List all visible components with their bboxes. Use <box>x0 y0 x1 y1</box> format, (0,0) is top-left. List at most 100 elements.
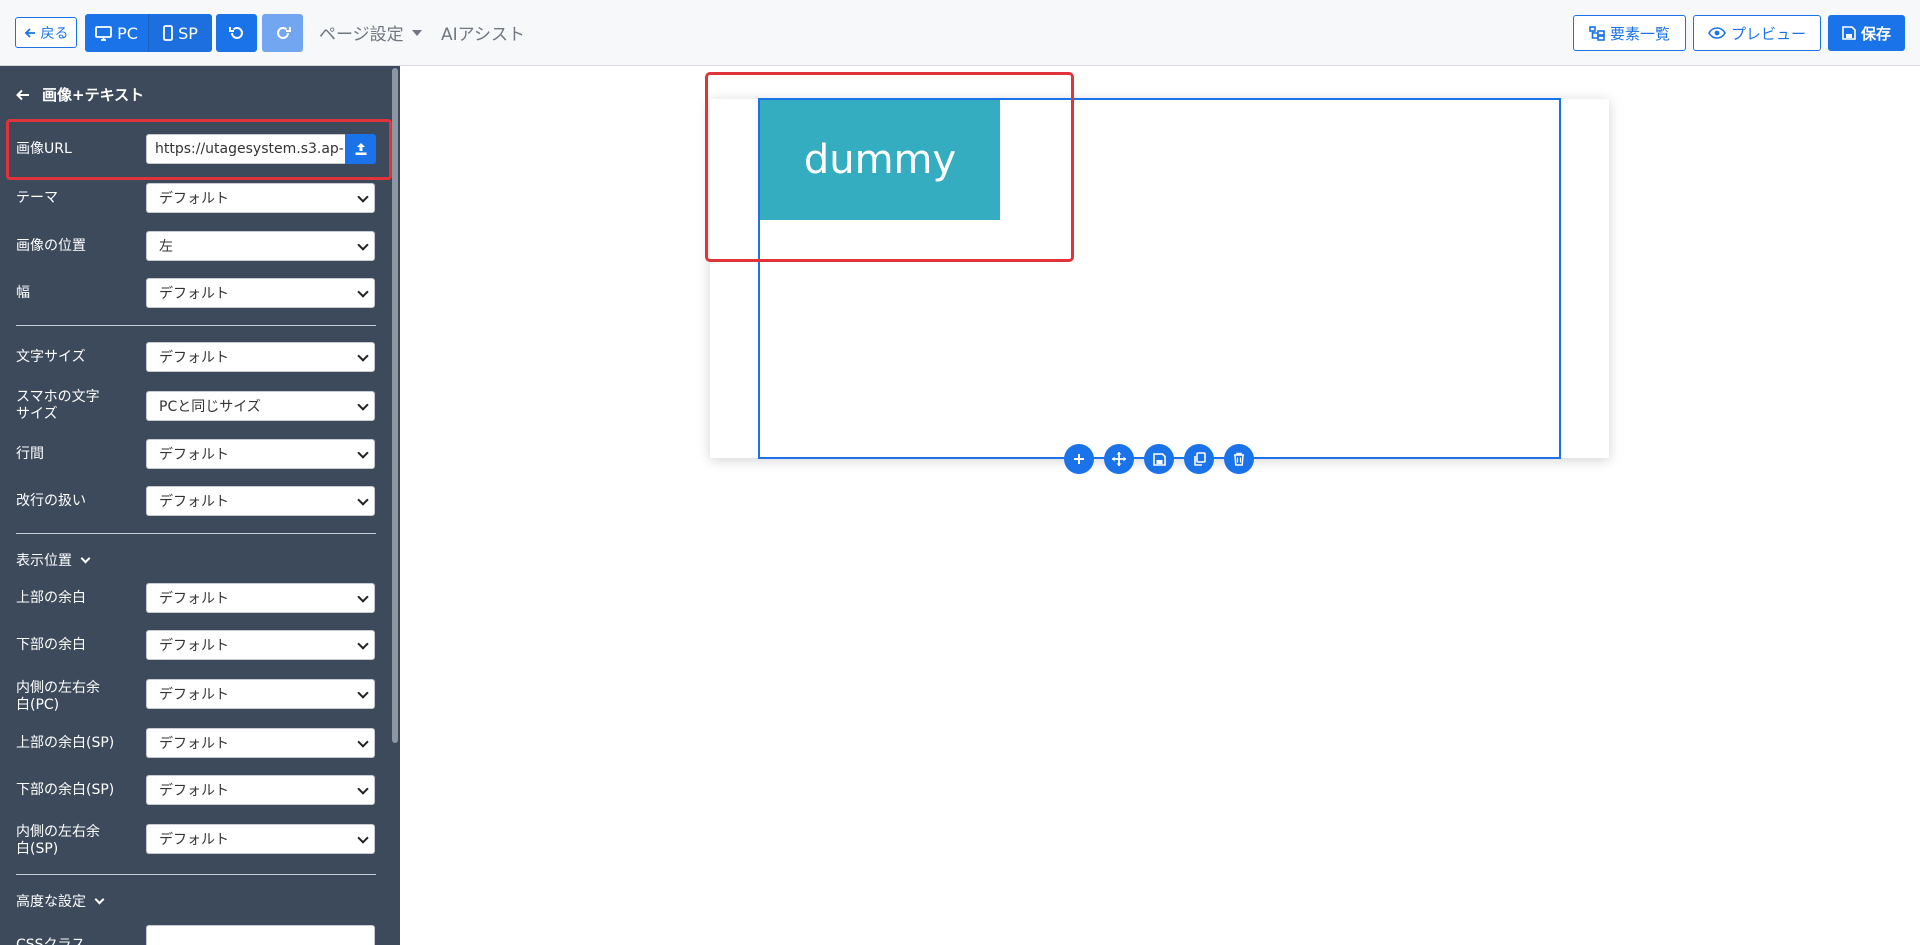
select-value: デフォルト <box>159 591 229 607</box>
select-value: 左 <box>159 239 173 255</box>
sidebar-scroll-thumb[interactable] <box>392 68 398 743</box>
chevron-down-icon <box>357 687 369 699</box>
eye-icon <box>1708 27 1726 39</box>
chevron-down-icon <box>357 638 369 650</box>
css-class-input[interactable] <box>146 925 375 945</box>
field-label: 画像の位置 <box>16 237 86 254</box>
sp-font-size-select[interactable]: PCと同じサイズ <box>146 391 375 421</box>
chevron-down-icon <box>357 239 369 251</box>
ai-assist-link[interactable]: AIアシスト <box>441 20 525 45</box>
field-label: 上部の余白(SP) <box>16 734 115 751</box>
field-label: 内側の左右余白(SP) <box>16 824 100 857</box>
delete-block-button[interactable] <box>1224 444 1254 474</box>
inner-padding-sp-select[interactable]: デフォルト <box>146 824 375 854</box>
width-select[interactable]: デフォルト <box>146 278 375 308</box>
advanced-settings-toggle[interactable]: 高度な設定 <box>16 891 105 911</box>
select-value: デフォルト <box>159 736 229 752</box>
select-value: デフォルト <box>159 638 229 654</box>
add-block-button[interactable] <box>1064 444 1094 474</box>
ai-assist-label: AIアシスト <box>441 25 525 45</box>
redo-icon <box>276 26 291 39</box>
settings-sidebar: 画像+テキスト 画像URL https://utagesystem.s3.ap-… <box>0 66 400 945</box>
field-label: テーマ <box>16 189 58 206</box>
back-label: 戻る <box>40 25 69 42</box>
sp-view-button[interactable]: SP <box>148 14 212 52</box>
select-value: デフォルト <box>159 832 229 848</box>
chevron-down-icon <box>357 447 369 459</box>
pc-view-button[interactable]: PC <box>85 14 148 52</box>
chevron-down-icon <box>94 894 105 904</box>
advanced-settings-label: 高度な設定 <box>16 894 86 910</box>
font-size-select[interactable]: デフォルト <box>146 342 375 372</box>
arrow-left-icon <box>24 27 35 38</box>
field-label: 改行の扱い <box>16 492 86 509</box>
chevron-down-icon <box>357 591 369 603</box>
theme-select[interactable]: デフォルト <box>146 183 375 213</box>
chevron-down-icon <box>357 286 369 298</box>
copy-icon <box>1193 452 1206 466</box>
field-label: 内側の左右余白(PC) <box>16 680 100 713</box>
preview-button[interactable]: プレビュー <box>1693 15 1821 51</box>
chevron-down-icon <box>357 350 369 362</box>
desktop-icon <box>95 25 112 41</box>
sidebar-title: 画像+テキスト <box>42 86 145 104</box>
save-label: 保存 <box>1860 24 1891 43</box>
field-label: 幅 <box>16 284 30 301</box>
field-label: 上部の余白 <box>16 589 86 606</box>
field-label: 行間 <box>16 445 44 462</box>
mobile-icon <box>163 25 173 41</box>
preview-label: プレビュー <box>1730 24 1806 43</box>
field-label: 下部の余白 <box>16 636 86 653</box>
line-height-select[interactable]: デフォルト <box>146 439 375 469</box>
highlight-frame-sidebar <box>6 119 392 180</box>
field-label: CSSクラス <box>16 936 86 945</box>
margin-bottom-select[interactable]: デフォルト <box>146 630 375 660</box>
element-list-label: 要素一覧 <box>1609 24 1670 43</box>
floppy-disk-icon <box>1842 26 1856 40</box>
margin-top-sp-select[interactable]: デフォルト <box>146 728 375 758</box>
line-break-select[interactable]: デフォルト <box>146 486 375 516</box>
page-settings-label: ページ設定 <box>319 25 404 45</box>
highlight-frame-canvas <box>705 72 1074 262</box>
chevron-down-icon <box>357 494 369 506</box>
device-toggle: PC SP <box>85 14 212 52</box>
chevron-down-icon <box>357 736 369 748</box>
margin-top-select[interactable]: デフォルト <box>146 583 375 613</box>
move-block-button[interactable] <box>1104 444 1134 474</box>
select-value: PCと同じサイズ <box>159 399 261 415</box>
chevron-down-icon <box>357 191 369 203</box>
pc-label: PC <box>117 23 138 43</box>
sp-label: SP <box>178 23 198 43</box>
undo-button[interactable] <box>216 14 257 52</box>
display-position-label: 表示位置 <box>16 553 72 569</box>
field-label: スマホの文字サイズ <box>16 389 100 422</box>
redo-button[interactable] <box>262 14 303 52</box>
inner-padding-pc-select[interactable]: デフォルト <box>146 679 375 709</box>
page-settings-menu[interactable]: ページ設定 <box>319 20 422 45</box>
save-block-button[interactable] <box>1144 444 1174 474</box>
chevron-down-icon <box>357 783 369 795</box>
element-list-button[interactable]: 要素一覧 <box>1573 15 1686 51</box>
chevron-down-icon <box>80 553 91 563</box>
undo-icon <box>228 26 243 39</box>
image-position-select[interactable]: 左 <box>146 231 375 261</box>
divider <box>16 533 376 534</box>
select-value: デフォルト <box>159 687 229 703</box>
select-value: デフォルト <box>159 286 229 302</box>
move-arrows-icon <box>1112 452 1126 466</box>
display-position-toggle[interactable]: 表示位置 <box>16 550 91 570</box>
field-label: 下部の余白(SP) <box>16 781 115 798</box>
back-button[interactable]: 戻る <box>15 17 77 48</box>
sidebar-back-header[interactable]: 画像+テキスト <box>16 84 144 105</box>
save-button[interactable]: 保存 <box>1828 15 1905 51</box>
select-value: デフォルト <box>159 783 229 799</box>
select-value: デフォルト <box>159 447 229 463</box>
copy-block-button[interactable] <box>1184 444 1214 474</box>
floppy-disk-icon <box>1152 452 1166 466</box>
field-label: 文字サイズ <box>16 348 86 365</box>
chevron-down-icon <box>357 832 369 844</box>
margin-bottom-sp-select[interactable]: デフォルト <box>146 775 375 805</box>
divider <box>16 325 376 326</box>
block-toolbar <box>1064 444 1254 474</box>
divider <box>16 874 376 875</box>
